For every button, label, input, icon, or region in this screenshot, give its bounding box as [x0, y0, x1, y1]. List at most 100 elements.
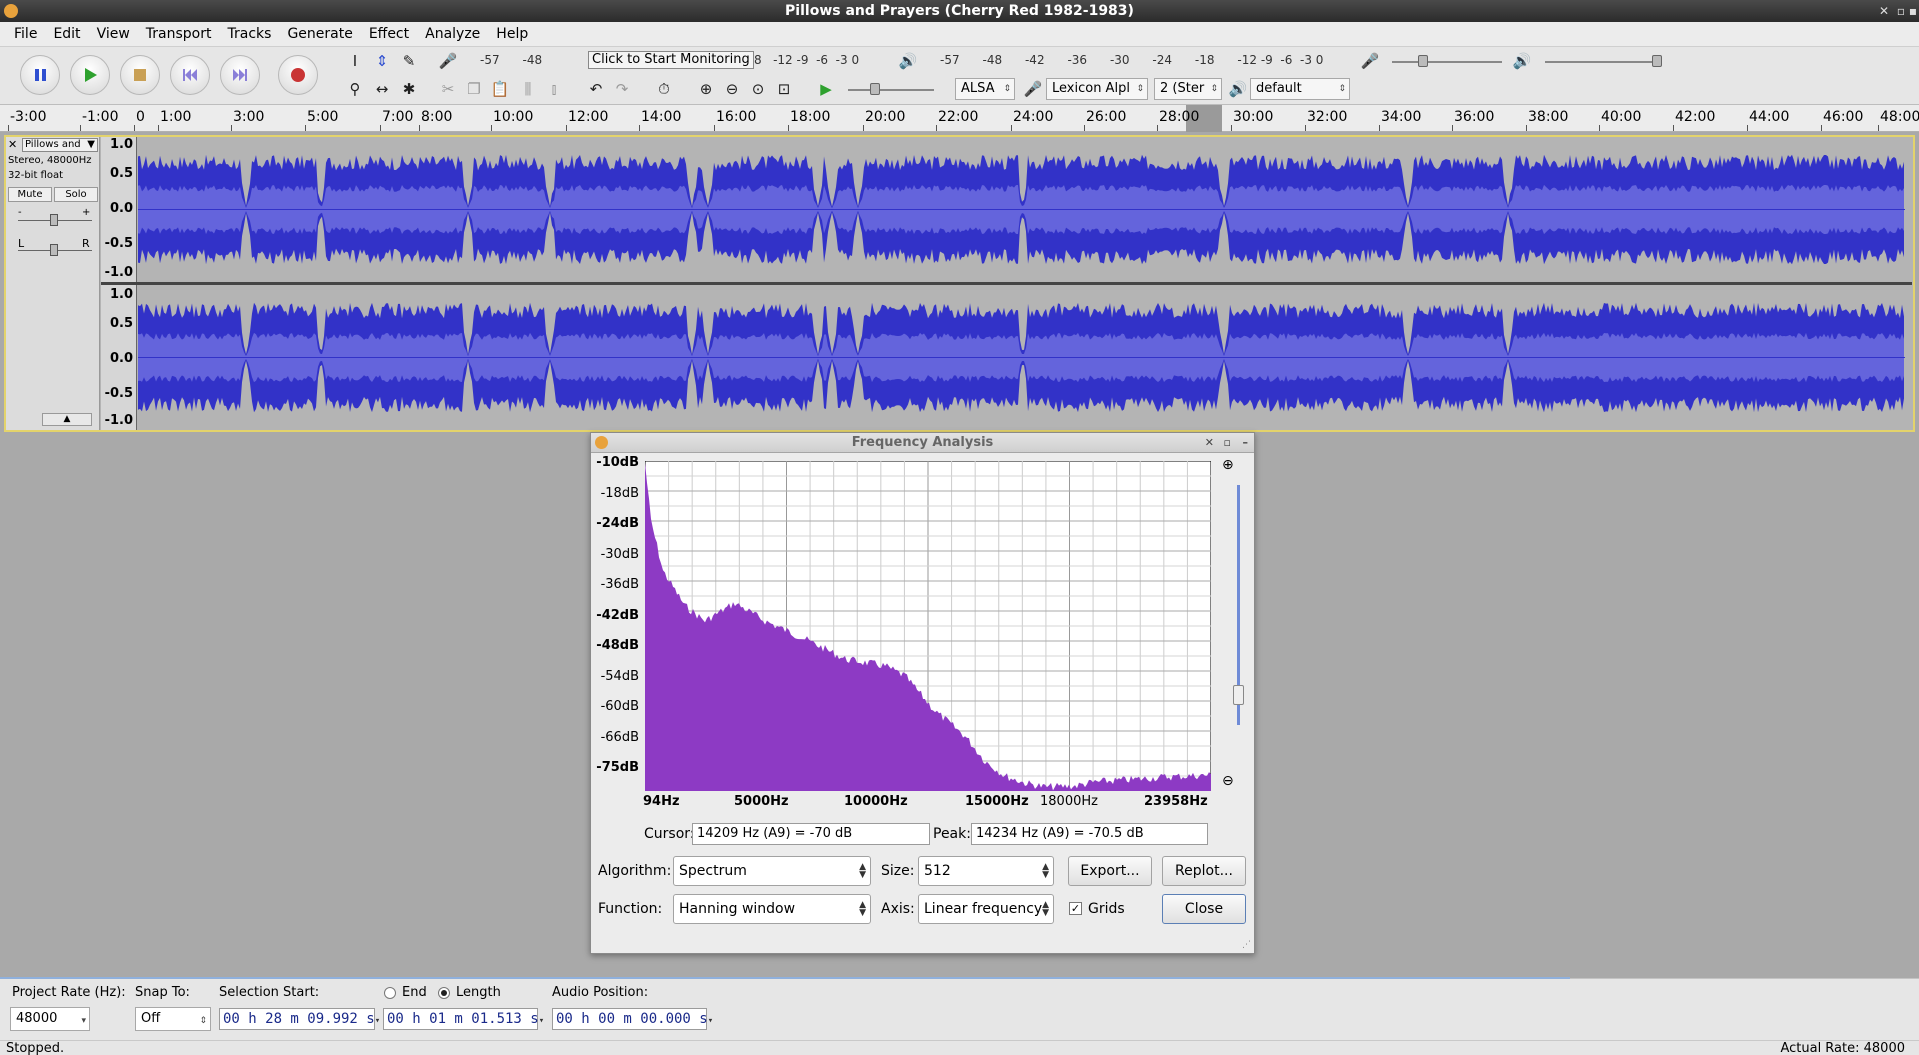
- selection-start-field[interactable]: 00 h 28 m 09.992 s▾: [219, 1008, 380, 1030]
- record-button[interactable]: [278, 55, 318, 95]
- export-button[interactable]: Export...: [1068, 856, 1152, 886]
- x-tick-label: 15000Hz: [965, 794, 1029, 809]
- playback-volume-slider[interactable]: [1545, 61, 1660, 63]
- zoom-slider-thumb[interactable]: [1233, 685, 1244, 705]
- channels-select[interactable]: 2 (Ster ⇕: [1154, 78, 1222, 100]
- copy-icon[interactable]: ❐: [462, 77, 486, 101]
- replot-button[interactable]: Replot...: [1162, 856, 1246, 886]
- input-device-value: Lexicon Alpl: [1052, 81, 1130, 96]
- close-icon[interactable]: ✕: [1879, 0, 1889, 22]
- algorithm-select[interactable]: Spectrum ▲ ▼: [673, 856, 871, 886]
- stop-button[interactable]: [120, 55, 160, 95]
- play-button[interactable]: [70, 55, 110, 95]
- playback-volume-icon: 🔊: [1512, 52, 1532, 70]
- menu-file[interactable]: File: [6, 26, 45, 42]
- zoom-tool-icon[interactable]: ⚲: [343, 77, 367, 101]
- length-field[interactable]: 00 h 01 m 01.513 s▾: [383, 1008, 544, 1030]
- pause-button[interactable]: [20, 55, 60, 95]
- maximize-icon[interactable]: ▫: [1224, 433, 1231, 453]
- draw-tool-icon[interactable]: ✎: [397, 49, 421, 73]
- redo-icon[interactable]: ↷: [610, 77, 634, 101]
- skip-end-button[interactable]: [220, 55, 260, 95]
- speaker-meter-icon[interactable]: 🔊: [896, 49, 920, 73]
- end-radio-label: End: [402, 985, 427, 1000]
- close-icon[interactable]: ✕: [1205, 433, 1214, 453]
- audio-position-value: 00 h 00 m 00.000 s: [556, 1011, 708, 1027]
- fit-project-icon[interactable]: ⊡: [772, 77, 796, 101]
- peak-field[interactable]: 14234 Hz (A9) = -70.5 dB: [971, 823, 1208, 845]
- trim-icon[interactable]: ⫼: [516, 77, 540, 101]
- close-button[interactable]: Close: [1162, 894, 1246, 924]
- project-rate-select[interactable]: 48000 ▾: [10, 1007, 90, 1031]
- restore-icon[interactable]: ▫: [1897, 0, 1905, 22]
- axis-select[interactable]: Linear frequency ▲ ▼: [918, 894, 1054, 924]
- playback-volume-thumb[interactable]: [1652, 55, 1662, 67]
- audio-host-select[interactable]: ALSA ⇕: [955, 78, 1015, 100]
- timeline-ruler[interactable]: -3:00 -1:00 0 1:00 3:00 5:00 7:00 8:00 10:00 12:0…: [0, 105, 1919, 132]
- silence-icon[interactable]: ⫾: [542, 77, 566, 101]
- play-at-speed-icon[interactable]: ▶: [814, 77, 838, 101]
- multi-tool-icon[interactable]: ✱: [397, 77, 421, 101]
- timeshift-tool-icon[interactable]: ↔: [370, 77, 394, 101]
- ruler-tick-mark: [1011, 125, 1012, 131]
- fit-selection-icon[interactable]: ⊙: [746, 77, 770, 101]
- minimize-icon[interactable]: ▪: [1909, 0, 1917, 22]
- cursor-field[interactable]: 14209 Hz (A9) = -70 dB: [692, 823, 930, 845]
- snap-select[interactable]: Off ⇕: [135, 1007, 211, 1031]
- menu-tracks[interactable]: Tracks: [220, 26, 280, 42]
- size-select[interactable]: 512 ▲ ▼: [918, 856, 1054, 886]
- menu-help[interactable]: Help: [488, 26, 536, 42]
- envelope-tool-icon[interactable]: ⇕: [370, 49, 394, 73]
- menu-effect[interactable]: Effect: [361, 26, 417, 42]
- pan-slider-thumb[interactable]: [50, 244, 58, 256]
- cut-icon[interactable]: ✂: [436, 77, 460, 101]
- zoom-in-icon[interactable]: ⊕: [694, 77, 718, 101]
- record-volume-thumb[interactable]: [1418, 55, 1428, 67]
- length-radio[interactable]: [438, 987, 450, 999]
- zoom-in-icon[interactable]: ⊕: [1222, 457, 1234, 473]
- zoom-out-icon[interactable]: ⊖: [720, 77, 744, 101]
- algorithm-value: Spectrum: [679, 863, 747, 879]
- track-name-menu[interactable]: Pillows and ▼: [22, 138, 98, 152]
- waveform-right-channel[interactable]: [138, 285, 1905, 430]
- collapse-track-icon[interactable]: ▲: [42, 413, 92, 426]
- monitor-button[interactable]: Click to Start Monitoring: [588, 51, 754, 69]
- menu-analyze[interactable]: Analyze: [417, 26, 488, 42]
- track-close-icon[interactable]: ✕: [8, 139, 20, 151]
- gain-slider-thumb[interactable]: [50, 214, 58, 226]
- selection-tool-icon[interactable]: I: [343, 49, 367, 73]
- output-device-select[interactable]: default ⇕: [1250, 78, 1350, 100]
- mute-button[interactable]: Mute: [8, 187, 52, 202]
- vertical-scale-right[interactable]: 1.0 0.5 0.0 -0.5 -1.0: [101, 285, 137, 430]
- function-select[interactable]: Hanning window ▲ ▼: [673, 894, 871, 924]
- play-speed-slider[interactable]: [848, 89, 934, 91]
- sync-lock-icon[interactable]: ⏱: [652, 77, 676, 101]
- solo-button[interactable]: Solo: [54, 187, 98, 202]
- paste-icon[interactable]: 📋: [488, 77, 512, 101]
- ruler-tick-label: 22:00: [938, 109, 979, 125]
- waveform-left-channel[interactable]: [138, 137, 1905, 282]
- undo-icon[interactable]: ↶: [584, 77, 608, 101]
- vertical-scale-left[interactable]: 1.0 0.5 0.0 -0.5 -1.0: [101, 137, 137, 282]
- ruler-tick-label: 12:00: [568, 109, 609, 125]
- ruler-tick-label: 26:00: [1086, 109, 1127, 125]
- skip-start-button[interactable]: [170, 55, 210, 95]
- resize-grip-icon[interactable]: ⋰: [1242, 940, 1251, 950]
- play-speed-thumb[interactable]: [870, 83, 880, 95]
- audacity-icon: [595, 436, 608, 449]
- status-bar: Stopped. Actual Rate: 48000: [0, 1040, 1919, 1055]
- ruler-tick-label: 7:00: [382, 109, 414, 125]
- zoom-out-icon[interactable]: ⊖: [1222, 773, 1234, 789]
- audio-position-field[interactable]: 00 h 00 m 00.000 s▾: [552, 1008, 713, 1030]
- record-volume-slider[interactable]: [1392, 61, 1502, 63]
- grids-checkbox[interactable]: ✓: [1069, 902, 1082, 915]
- record-meter-icon[interactable]: 🎤: [436, 49, 460, 73]
- end-radio[interactable]: [384, 987, 396, 999]
- input-device-select[interactable]: Lexicon Alpl ⇕: [1046, 78, 1148, 100]
- menu-generate[interactable]: Generate: [279, 26, 360, 42]
- minimize-icon[interactable]: –: [1243, 433, 1249, 453]
- menu-transport[interactable]: Transport: [138, 26, 220, 42]
- menu-edit[interactable]: Edit: [45, 26, 88, 42]
- menu-view[interactable]: View: [89, 26, 138, 42]
- spectrum-plot[interactable]: [645, 461, 1211, 791]
